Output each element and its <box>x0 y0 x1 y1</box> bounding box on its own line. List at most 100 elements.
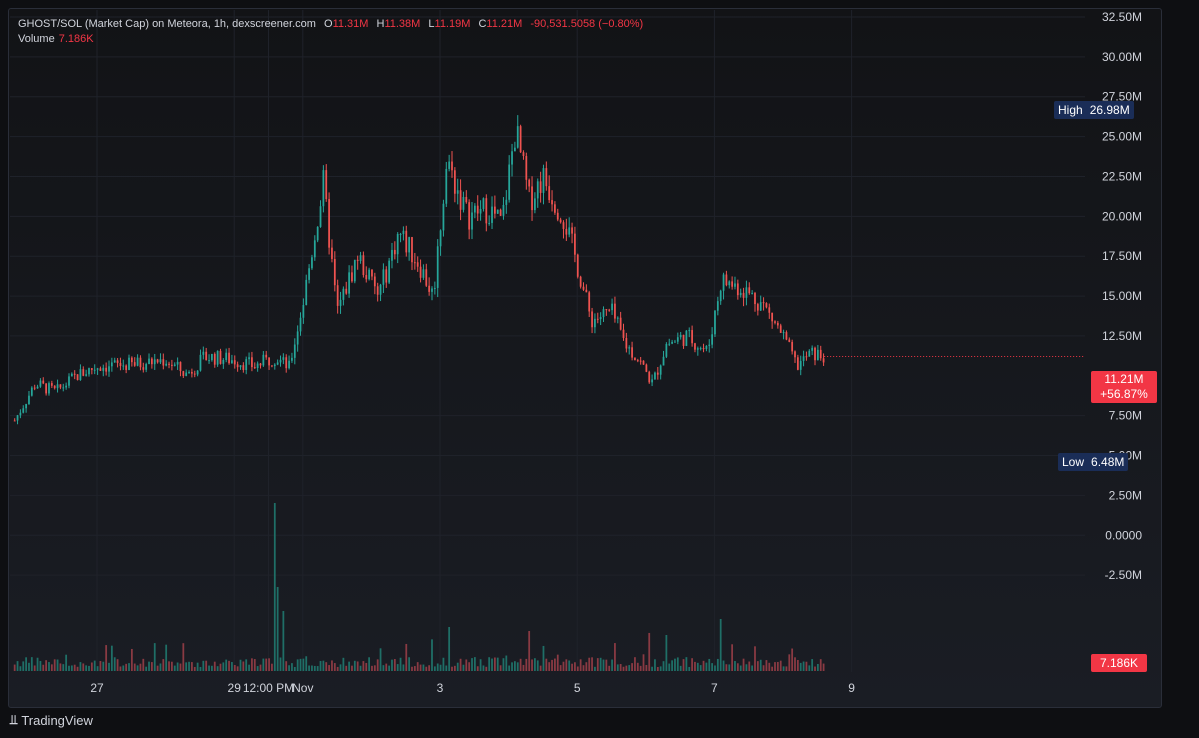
volume-bar <box>122 665 125 671</box>
volume-bar <box>491 658 493 671</box>
volume-bar <box>279 657 282 671</box>
volume-bar <box>651 666 653 671</box>
volume-bar <box>648 632 651 671</box>
candle-body <box>242 365 245 371</box>
candle-body <box>499 209 502 216</box>
candle-body <box>251 357 253 368</box>
volume-bar <box>259 664 262 671</box>
candlesticks <box>13 115 825 425</box>
y-tick-label: 2.50M <box>1109 488 1142 502</box>
candle-body <box>508 164 511 200</box>
candle-body <box>265 354 268 358</box>
volume-bar <box>285 661 288 671</box>
candle-body <box>782 332 785 334</box>
candle-body <box>188 372 190 374</box>
volume-bar <box>248 664 250 671</box>
candle-body <box>702 348 705 350</box>
candle-body <box>705 345 708 349</box>
volume-bar <box>611 659 613 671</box>
last-price-change: +56.87% <box>1100 387 1148 401</box>
candle-body <box>328 199 330 248</box>
high-tag-value: 26.98M <box>1089 103 1130 117</box>
volume-bar <box>536 660 539 671</box>
volume-bar <box>271 663 273 671</box>
candle-body <box>259 363 262 366</box>
volume-bar <box>148 661 150 671</box>
time-axis[interactable]: 27 29 12:00 PMNov 3 5 7 9 <box>90 681 855 695</box>
candle-body <box>711 334 713 345</box>
candle-body <box>599 317 602 320</box>
x-tick-label: 12:00 PM <box>243 681 294 695</box>
candle-body <box>371 269 373 277</box>
candle-body <box>288 360 290 369</box>
volume-bar <box>39 660 42 671</box>
volume-bar <box>90 662 93 671</box>
candle-body <box>119 362 122 366</box>
candle-body <box>205 351 208 361</box>
candle-body <box>245 359 248 371</box>
candle-body <box>42 380 45 384</box>
candle-body <box>116 360 119 363</box>
candle-body <box>465 196 468 203</box>
volume-bar <box>719 619 722 671</box>
candle-body <box>148 358 150 365</box>
candle-body <box>439 230 442 247</box>
candle-body <box>668 343 671 345</box>
volume-bar <box>182 643 185 671</box>
volume-bar <box>30 657 33 671</box>
candle-body <box>39 380 42 387</box>
candle-body <box>202 351 205 355</box>
price-axis[interactable]: 32.50M30.00M27.50M25.00M22.50M20.00M17.5… <box>1102 10 1142 582</box>
chart-canvas[interactable]: 32.50M30.00M27.50M25.00M22.50M20.00M17.5… <box>0 0 1199 738</box>
volume-bar <box>725 664 728 671</box>
candle-body <box>110 362 113 367</box>
candle-body <box>636 360 639 362</box>
candle-body <box>696 348 699 350</box>
volume-bar <box>768 662 771 671</box>
candle-body <box>688 330 691 332</box>
x-tick-label: 29 <box>228 681 242 695</box>
volume-bar <box>331 660 333 671</box>
candle-body <box>656 372 659 375</box>
candle-body <box>19 412 22 416</box>
candle-body <box>368 269 370 280</box>
volume-bar <box>642 654 645 671</box>
volume-bar <box>196 662 199 671</box>
volume-bar <box>388 665 391 671</box>
candle-body <box>774 321 776 323</box>
candle-body <box>579 276 582 287</box>
volume-bar <box>634 657 636 671</box>
volume-bar <box>396 664 399 671</box>
candle-body <box>139 357 142 368</box>
candle-body <box>608 309 611 311</box>
volume-bar <box>639 665 642 671</box>
volume-bar <box>162 659 165 671</box>
last-price-value: 11.21M <box>1104 372 1144 386</box>
volume-bar <box>413 666 416 671</box>
candle-body <box>211 353 213 361</box>
candle-body <box>82 369 85 376</box>
volume-bar <box>816 663 819 671</box>
candle-body <box>385 269 388 283</box>
volume-bar <box>188 661 190 671</box>
volume-bar <box>591 657 593 671</box>
candle-body <box>725 274 728 286</box>
volume-bar <box>25 657 27 671</box>
volume-bar <box>76 666 79 671</box>
candle-body <box>548 186 551 201</box>
candle-body <box>642 360 645 365</box>
volume-bar <box>371 665 373 671</box>
tradingview-logo-icon: ⫫ <box>10 712 17 727</box>
candle-body <box>511 151 513 165</box>
candle-body <box>293 344 296 358</box>
volume-bar <box>351 665 353 671</box>
tradingview-brand[interactable]: ⫫ TradingView <box>10 712 93 728</box>
y-tick-label: -2.50M <box>1105 568 1142 582</box>
volume-bar <box>762 665 765 671</box>
volume-bar <box>645 664 648 671</box>
candle-body <box>282 357 285 360</box>
volume-bar <box>554 658 556 671</box>
volume-bar <box>465 659 468 671</box>
volume-bar <box>574 662 576 671</box>
volume-bar <box>242 661 245 671</box>
